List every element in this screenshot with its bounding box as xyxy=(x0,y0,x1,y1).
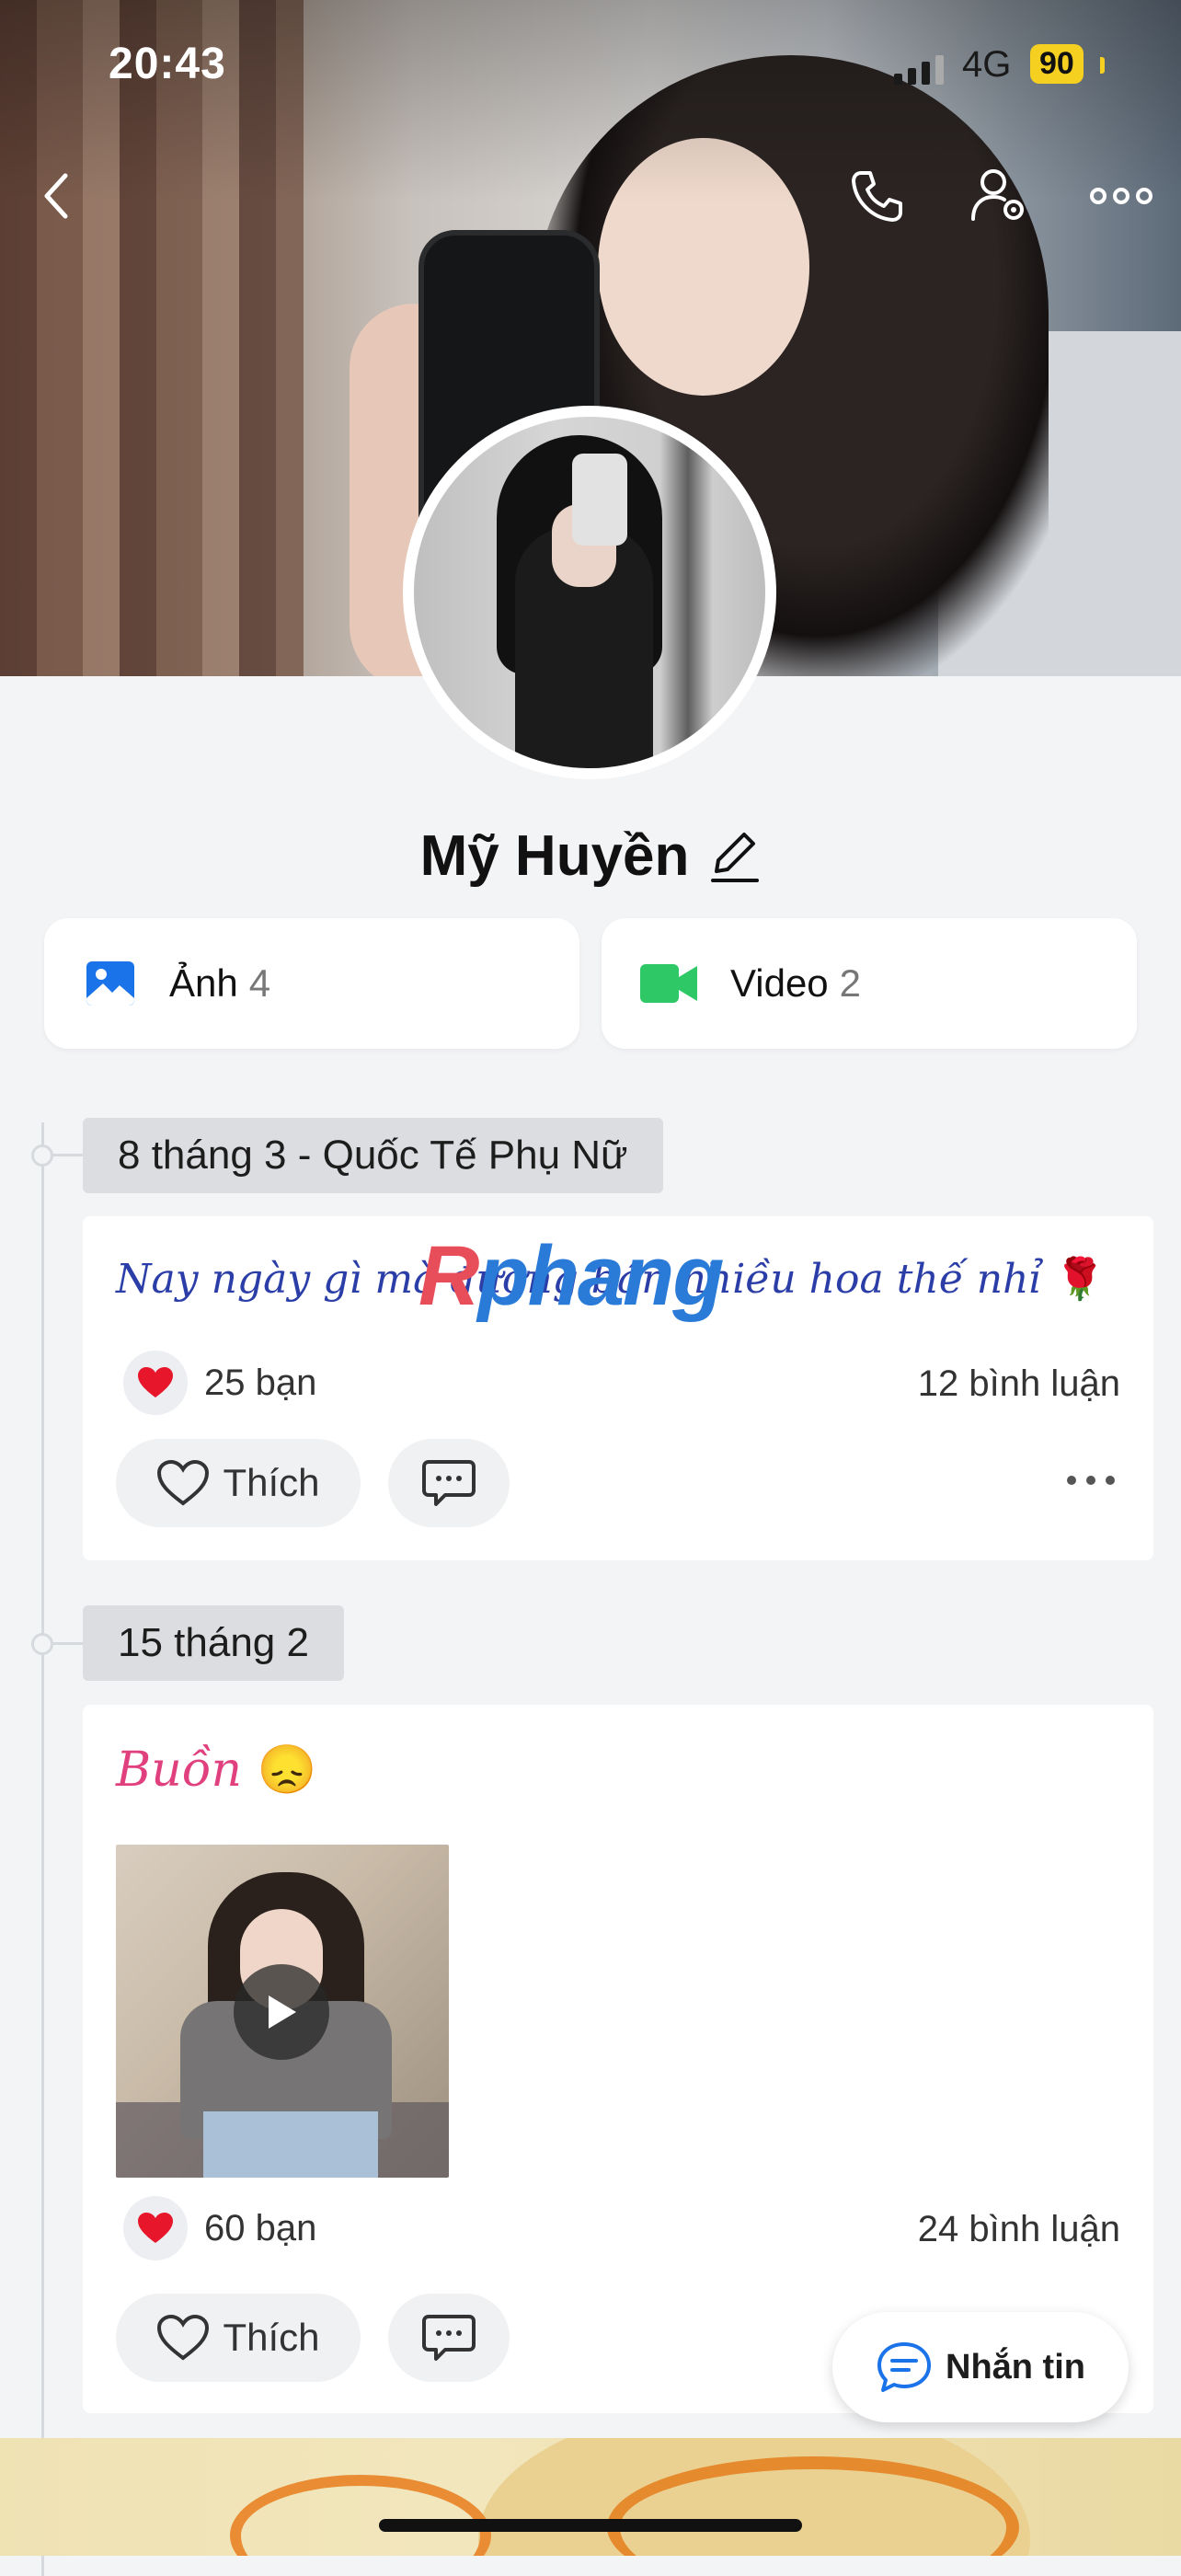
edit-pencil-icon[interactable] xyxy=(707,829,761,884)
timeline-tick xyxy=(52,1154,85,1156)
comment-icon xyxy=(422,1460,476,1506)
comment-button[interactable] xyxy=(388,1439,510,1527)
rose-emoji: 🌹 xyxy=(1054,1256,1106,1303)
avatar-photo xyxy=(414,417,765,768)
photos-card[interactable]: Ảnh 4 xyxy=(44,918,579,1049)
videos-card[interactable]: Video 2 xyxy=(602,918,1137,1049)
more-dots-icon xyxy=(1090,188,1152,204)
timeline-line xyxy=(41,1122,44,2576)
timeline-dot xyxy=(31,1633,53,1655)
comments-count[interactable]: 12 bình luận xyxy=(918,1363,1120,1405)
date-chip: 15 tháng 2 xyxy=(83,1605,344,1681)
watermark-rest: phang xyxy=(477,1229,724,1323)
photo-icon xyxy=(86,961,134,1006)
message-button[interactable]: Nhắn tin xyxy=(832,2312,1129,2422)
comments-count[interactable]: 24 bình luận xyxy=(918,2209,1120,2250)
comment-icon xyxy=(422,2315,476,2361)
photos-label: Ảnh xyxy=(169,961,238,1005)
likes-count: 25 bạn xyxy=(204,1362,317,1403)
comment-button[interactable] xyxy=(388,2294,510,2382)
thumb-jeans xyxy=(203,2111,378,2178)
post-text-content: Buồn xyxy=(116,1742,243,1798)
heart-badge xyxy=(123,1351,188,1415)
post-card[interactable]: Buồn 😞 60 bạn 24 bình luận Thích xyxy=(83,1705,1153,2413)
user-settings-icon xyxy=(971,169,1024,221)
call-button[interactable] xyxy=(844,164,909,228)
signal-icon xyxy=(894,55,944,85)
heart-badge xyxy=(123,2196,188,2260)
message-label: Nhắn tin xyxy=(946,2347,1085,2386)
video-camera-icon xyxy=(640,964,697,1003)
timeline-tick xyxy=(52,1642,85,1645)
watermark-r: R xyxy=(419,1229,479,1323)
heart-outline-icon xyxy=(157,2314,210,2361)
status-time: 20:43 xyxy=(109,40,226,88)
chat-bubble-icon xyxy=(877,2342,931,2392)
videos-label: Video xyxy=(730,961,829,1005)
reactions[interactable]: 25 bạn xyxy=(123,1351,316,1415)
video-thumbnail[interactable] xyxy=(116,1845,449,2178)
post-text: Buồn 😞 xyxy=(116,1742,316,1798)
photos-count: 4 xyxy=(248,961,271,1005)
play-button[interactable] xyxy=(234,1964,329,2060)
heart-filled-icon xyxy=(138,2213,173,2243)
like-label: Thích xyxy=(223,2316,320,2359)
back-button[interactable] xyxy=(24,164,88,228)
play-icon xyxy=(269,1995,296,2029)
battery-cap xyxy=(1100,57,1105,74)
like-button[interactable]: Thích xyxy=(116,1439,361,1527)
network-type: 4G xyxy=(962,44,1012,85)
battery-level: 90 xyxy=(1030,44,1084,84)
heart-outline-icon xyxy=(157,1459,210,1506)
like-label: Thích xyxy=(223,1461,320,1504)
banner-dragon-left xyxy=(230,2475,491,2556)
profile-name: Mỹ Huyền xyxy=(419,824,690,888)
heart-filled-icon xyxy=(138,1367,173,1397)
date-chip: 8 tháng 3 - Quốc Tế Phụ Nữ xyxy=(83,1118,663,1193)
like-button[interactable]: Thích xyxy=(116,2294,361,2382)
more-button[interactable] xyxy=(1089,164,1153,228)
videos-count: 2 xyxy=(839,961,862,1005)
reactions[interactable]: 60 bạn xyxy=(123,2196,316,2260)
post-more-icon[interactable] xyxy=(1065,1474,1117,1487)
chevron-left-icon xyxy=(44,173,68,219)
home-indicator xyxy=(379,2519,802,2532)
watermark: Rphang xyxy=(419,1228,724,1325)
avatar[interactable] xyxy=(403,406,776,779)
likes-count: 60 bạn xyxy=(204,2207,317,2248)
timeline-dot xyxy=(31,1144,53,1167)
profile-settings-button[interactable] xyxy=(968,164,1032,228)
sad-emoji: 😞 xyxy=(257,1742,317,1798)
status-bar: 20:43 4G 90 xyxy=(0,39,1181,94)
phone-icon xyxy=(852,171,902,222)
avatar-phone xyxy=(572,454,627,546)
profile-name-row: Mỹ Huyền xyxy=(0,823,1181,889)
next-post-banner xyxy=(0,2438,1181,2556)
